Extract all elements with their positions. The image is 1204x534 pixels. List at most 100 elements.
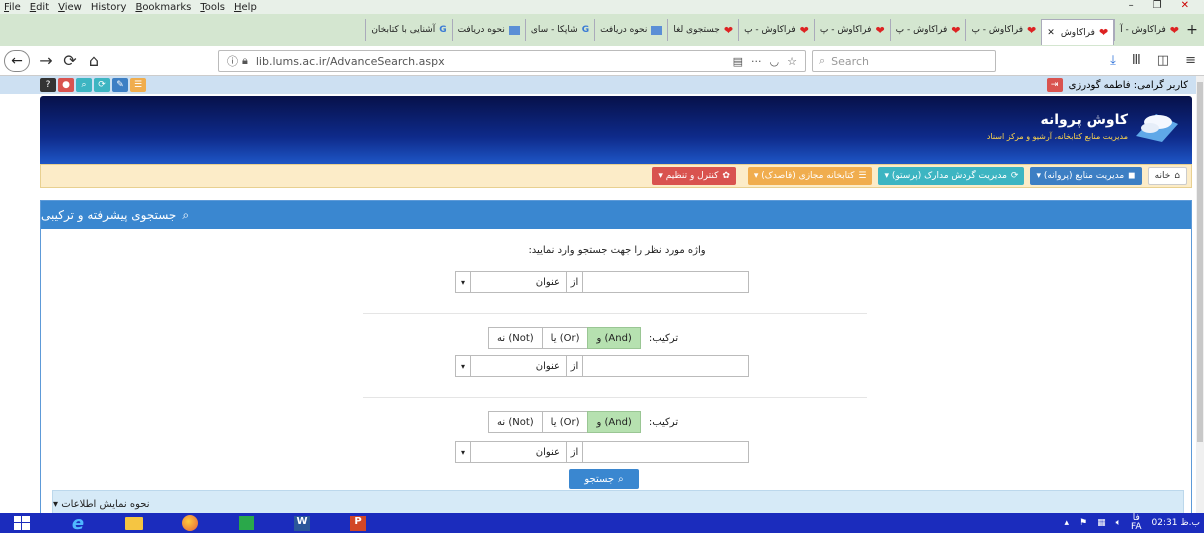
url-bar[interactable]: ⓘ 🔒︎ lib.lums.ac.ir/AdvanceSearch.aspx ▤… (218, 50, 806, 72)
help-icon[interactable]: ? (40, 78, 56, 92)
hamburger-menu-icon[interactable]: ≡ (1185, 53, 1196, 68)
field-select-3[interactable]: عنوان (471, 441, 567, 463)
clock[interactable]: ب.ظ 02:31 (1152, 518, 1200, 528)
back-button[interactable]: ← (4, 49, 30, 72)
field-dropdown-1[interactable]: ▾ (455, 271, 471, 293)
close-icon[interactable]: ✕ (1181, 0, 1189, 11)
tab-1-active[interactable]: ❤ فراکاوش ✕ (1041, 19, 1115, 45)
or-option-2[interactable]: یا (Or) (541, 411, 589, 433)
site-logo[interactable]: کاوش پروانه مدیریت منابع کتابخانه، آرشیو… (987, 108, 1180, 144)
download-icon[interactable]: ⤓ (1110, 53, 1116, 68)
gear-icon: ✿ (722, 171, 730, 181)
butterfly-logo-icon (1136, 114, 1178, 142)
menu-edit[interactable]: Edit (30, 2, 49, 13)
reload-icon[interactable]: ⟳ (58, 51, 82, 70)
list-icon[interactable]: ☰ (130, 78, 146, 92)
record-icon[interactable]: ● (58, 78, 74, 92)
menu-view[interactable]: View (58, 2, 82, 13)
tab-10[interactable]: G آشنایی با کتابخان (365, 19, 451, 41)
tab-5[interactable]: ❤ فراکاوش - پ (738, 19, 814, 41)
not-option-2[interactable]: نه (Not) (488, 411, 543, 433)
and-option-1[interactable]: و (And) (587, 327, 641, 349)
or-option-1[interactable]: یا (Or) (541, 327, 589, 349)
menu-help[interactable]: Help (234, 2, 257, 13)
scrollbar-thumb[interactable] (1197, 82, 1203, 442)
search-term-input-1[interactable] (583, 271, 749, 293)
list-icon: ☰ (858, 171, 867, 181)
home-icon[interactable]: ⌂ (82, 51, 106, 70)
bookmark-star-icon[interactable]: ☆ (787, 55, 797, 68)
menu-digital-library[interactable]: ☰ کتابخانه مجازی (قاصدک) ▾ (747, 167, 873, 185)
internet-explorer-icon[interactable]: e (62, 513, 94, 534)
field-dropdown-3[interactable]: ▾ (455, 441, 471, 463)
menu-control-settings[interactable]: ✿ کنترل و تنظیم ▾ (652, 167, 736, 185)
windows-start-icon[interactable] (6, 513, 38, 533)
file-explorer-icon[interactable] (118, 513, 150, 533)
field-dropdown-2[interactable]: ▾ (455, 355, 471, 377)
edit-icon[interactable]: ✎ (112, 78, 128, 92)
menu-file[interactable]: File (4, 2, 21, 13)
menu-home[interactable]: ⌂ خانه (1147, 167, 1187, 185)
page-scrollbar[interactable] (1196, 76, 1204, 513)
minimize-icon[interactable]: – (1129, 0, 1134, 11)
search-term-input-3[interactable] (583, 441, 749, 463)
search-button[interactable]: ⌕ جستجو (569, 469, 639, 489)
tab-6[interactable]: ❤ جستجوی لغا (667, 19, 738, 41)
advanced-search-panel: ⌕ جستجوی پیشرفته و ترکیبی واژه مورد نظر … (40, 200, 1192, 513)
tab-8[interactable]: G شاپکا - سای (524, 19, 594, 41)
tray-arrow-icon[interactable]: ▴ (1064, 518, 1069, 528)
not-option-1[interactable]: نه (Not) (488, 327, 543, 349)
flag-icon[interactable]: ⚑ (1079, 518, 1087, 528)
tab-7[interactable]: نحوه دریافت (594, 19, 667, 41)
language-indicator[interactable]: فا FA (1131, 514, 1142, 532)
forward-button[interactable]: → (34, 51, 58, 70)
search-term-input-2[interactable] (583, 355, 749, 377)
main-menu: ⌂ خانه ◼ مدیریت منابع (پروانه) ▾ ⟳ مدیریت گ… (40, 164, 1192, 188)
refresh-icon[interactable]: ⟳ (94, 78, 110, 92)
logout-icon[interactable]: ⇥ (1046, 78, 1063, 92)
menu-bookmarks[interactable]: Bookmarks (135, 2, 191, 13)
reader-view-icon[interactable]: ▤ (733, 55, 743, 68)
from-label-2: از (567, 355, 583, 377)
pocket-icon[interactable]: ◡ (770, 55, 780, 68)
tab-4[interactable]: ❤ فراکاوش - پ (813, 19, 890, 41)
tab-9[interactable]: نحوه دریافت (451, 19, 525, 41)
display-options-toggle[interactable]: نحوه نمایش اطلاعات ▾ (52, 490, 1184, 513)
firefox-icon[interactable] (174, 513, 206, 533)
restore-icon[interactable]: ❐ (1153, 0, 1162, 11)
panel-header: ⌕ جستجوی پیشرفته و ترکیبی (41, 201, 1191, 229)
window-controls: – ❐ ✕ (1129, 0, 1198, 11)
heart-icon: ❤ (723, 23, 734, 37)
word-icon[interactable]: W (286, 513, 318, 533)
tab-2[interactable]: ❤ فراکاوش - پ (965, 19, 1041, 41)
tab-3[interactable]: ❤ فراکاوش - پ (889, 19, 966, 41)
google-icon: G (439, 25, 447, 35)
and-option-2[interactable]: و (And) (587, 411, 641, 433)
search-icon[interactable]: ⌕ (76, 78, 92, 92)
tab-0[interactable]: ❤ فراکاوش - آ (1114, 19, 1184, 41)
sidebar-icon[interactable]: ◫ (1157, 53, 1169, 68)
field-select-2[interactable]: عنوان (471, 355, 567, 377)
info-icon[interactable]: ⓘ (227, 53, 238, 69)
store-icon[interactable] (230, 513, 262, 533)
search-input[interactable]: ⌕ Search (812, 50, 996, 72)
field-select-1[interactable]: عنوان (471, 271, 567, 293)
site-tagline: مدیریت منابع کتابخانه، آرشیو و مرکز اسنا… (986, 131, 1128, 141)
combine-group-2: نه (Not) یا (Or) و (And) ترکیب: (488, 411, 749, 433)
menu-circulation[interactable]: ⟳ مدیریت گردش مدارک (پرستو) ▾ (878, 167, 1025, 185)
new-tab-icon[interactable]: + (1184, 22, 1200, 38)
search-row-1: ▾ عنوان از (455, 271, 751, 293)
menu-history[interactable]: History (91, 2, 127, 13)
site-name: کاوش پروانه (1040, 111, 1128, 128)
network-icon[interactable]: ▦ (1097, 518, 1106, 528)
google-icon: G (581, 25, 590, 35)
volume-icon[interactable]: 🔈︎ (1116, 518, 1121, 528)
page-actions-icon[interactable]: ··· (751, 55, 762, 68)
library-icon[interactable]: Ⅲ (1132, 53, 1141, 68)
url-actions: ▤ ··· ◡ ☆ (733, 55, 797, 68)
menu-resources[interactable]: ◼ مدیریت منابع (پروانه) ▾ (1030, 167, 1142, 185)
insecure-lock-icon: 🔒︎ (242, 54, 248, 67)
close-tab-icon[interactable]: ✕ (1047, 28, 1055, 38)
powerpoint-icon[interactable]: P (342, 513, 374, 533)
menu-tools[interactable]: Tools (200, 2, 225, 13)
